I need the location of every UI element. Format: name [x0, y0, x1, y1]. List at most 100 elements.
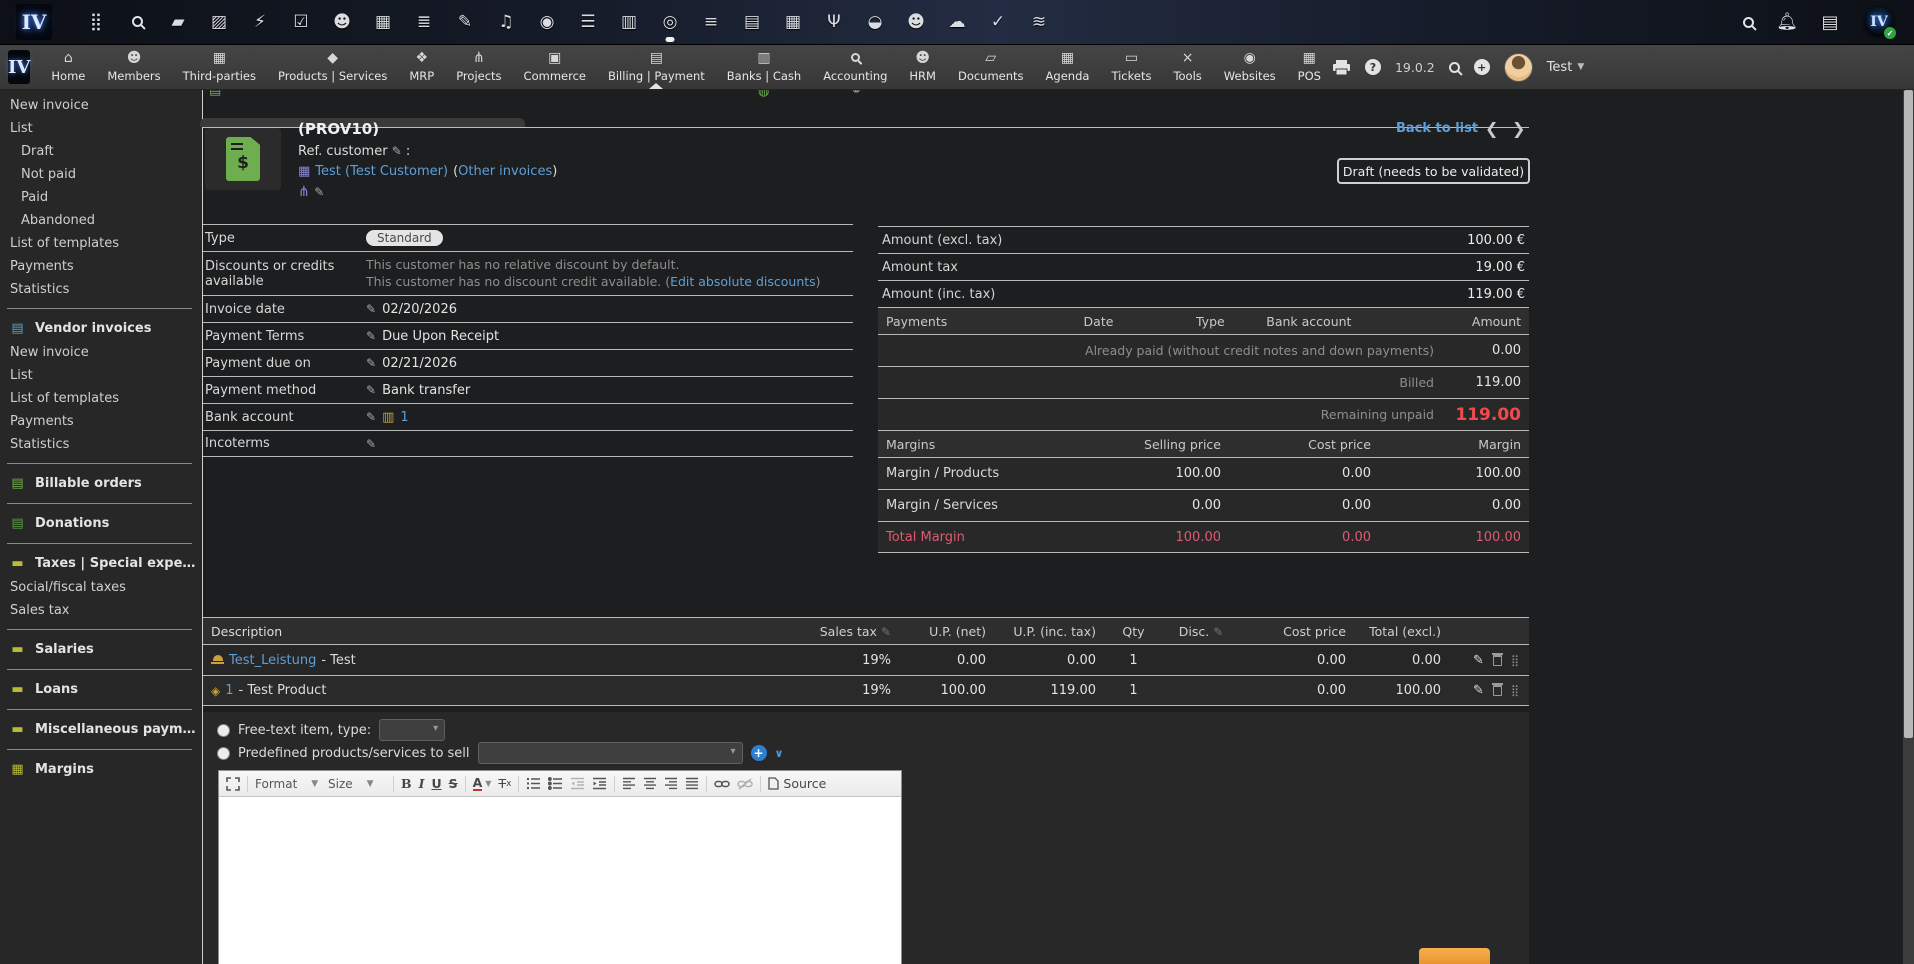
clean-icon[interactable]: ≋: [1029, 12, 1049, 32]
assistant-icon[interactable]: ☻: [906, 12, 926, 32]
sidebar-section-salaries[interactable]: ▬Salaries: [0, 637, 202, 662]
delete-line-icon[interactable]: [1493, 685, 1502, 696]
global-search-icon[interactable]: [1449, 62, 1460, 73]
sidebar-item-not-paid[interactable]: Not paid: [0, 163, 202, 186]
prev-record-icon[interactable]: ❮: [1485, 119, 1498, 138]
cards-icon[interactable]: ▤: [742, 12, 762, 32]
edit-due-icon[interactable]: ✎: [366, 356, 376, 370]
nav-item-banks-cash[interactable]: ▥Banks | Cash: [716, 45, 812, 89]
sidebar-item-list[interactable]: List: [0, 117, 202, 140]
add-line-button[interactable]: [1419, 948, 1490, 964]
bold-icon[interactable]: B: [401, 776, 412, 791]
indent-icon[interactable]: [592, 777, 607, 790]
scrollbar-thumb[interactable]: [1904, 90, 1913, 738]
sidebar-item-paid[interactable]: Paid: [0, 186, 202, 209]
strikethrough-icon[interactable]: S: [449, 776, 458, 791]
sidebar-section-miscellaneous-paym[interactable]: ▬Miscellaneous paym…: [0, 717, 202, 742]
quick-add-icon[interactable]: +: [1474, 59, 1490, 75]
delete-line-icon[interactable]: [1493, 655, 1502, 666]
size-dropdown[interactable]: Size▼: [328, 777, 386, 791]
remove-format-icon[interactable]: Tx: [498, 776, 511, 791]
nav-item-mrp[interactable]: ❖MRP: [398, 45, 445, 89]
nav-item-tickets[interactable]: ▭Tickets: [1100, 45, 1162, 89]
sidebar-item-new-invoice[interactable]: New invoice: [0, 94, 202, 117]
apps-grid-icon[interactable]: ⣿: [86, 12, 106, 32]
nav-item-accounting[interactable]: Accounting: [812, 45, 898, 89]
dining-icon[interactable]: Ψ: [824, 12, 844, 32]
underline-icon[interactable]: U: [431, 776, 441, 791]
description-editor[interactable]: Format▼ Size▼ B I U S A▼ Tx: [218, 770, 902, 964]
edit-project-icon[interactable]: ✎: [314, 185, 324, 199]
help-icon[interactable]: ?: [1365, 59, 1381, 75]
predefined-product-select[interactable]: [478, 742, 743, 764]
unlink-icon[interactable]: [737, 778, 753, 790]
stats-icon[interactable]: ▥: [619, 12, 639, 32]
edit-invoice-date-icon[interactable]: ✎: [366, 302, 376, 316]
align-left-icon[interactable]: [622, 777, 636, 790]
print-icon[interactable]: [1332, 59, 1351, 76]
cloud-icon[interactable]: ☁: [947, 12, 967, 32]
list-icon[interactable]: ☰: [578, 12, 598, 32]
gallery-icon[interactable]: ▨: [209, 12, 229, 32]
nav-item-hrm[interactable]: ☻HRM: [898, 45, 947, 89]
tasks-icon[interactable]: ☑: [291, 12, 311, 32]
nav-item-home[interactable]: ⌂Home: [40, 45, 96, 89]
stack-icon[interactable]: ≣: [414, 12, 434, 32]
nav-item-members[interactable]: ☻Members: [96, 45, 171, 89]
customer-link[interactable]: Test (Test Customer): [315, 164, 448, 179]
link-icon[interactable]: [714, 779, 730, 789]
product-link[interactable]: 1: [225, 683, 233, 698]
free-text-type-select[interactable]: [379, 719, 445, 741]
nav-item-products-services[interactable]: ◆Products | Services: [267, 45, 398, 89]
bullet-list-icon[interactable]: [548, 777, 563, 790]
service-link[interactable]: Test_Leistung: [229, 653, 316, 668]
text-color-icon[interactable]: A▼: [473, 777, 492, 791]
profile-avatar[interactable]: IV ✓: [1862, 5, 1896, 39]
gauge-icon[interactable]: ◒: [865, 12, 885, 32]
sidebar-item-list[interactable]: List: [0, 364, 202, 387]
edit-disc-column-icon[interactable]: ✎: [1213, 625, 1223, 639]
sidebar-item-payments[interactable]: Payments: [0, 410, 202, 433]
sidebar-item-draft[interactable]: Draft: [0, 140, 202, 163]
expand-icon[interactable]: ∨: [775, 747, 784, 760]
edit-bank-icon[interactable]: ✎: [366, 410, 376, 424]
nav-item-pos[interactable]: ▦POS: [1287, 45, 1332, 89]
edit-method-icon[interactable]: ✎: [366, 383, 376, 397]
user-avatar[interactable]: [1504, 53, 1533, 82]
search-icon[interactable]: [127, 12, 147, 32]
editor-content[interactable]: [219, 797, 901, 964]
drag-line-icon[interactable]: ⣿: [1511, 654, 1519, 667]
edit-line-icon[interactable]: ✎: [1473, 653, 1484, 668]
music-icon[interactable]: ♫: [496, 12, 516, 32]
source-button[interactable]: Source: [768, 776, 826, 791]
edit-terms-icon[interactable]: ✎: [366, 329, 376, 343]
ordered-list-icon[interactable]: [526, 777, 541, 790]
nav-item-third-parties[interactable]: ▦Third-parties: [172, 45, 267, 89]
os-logo[interactable]: IV: [16, 4, 52, 40]
search-icon[interactable]: [1743, 17, 1754, 28]
sidebar-item-statistics[interactable]: Statistics: [0, 278, 202, 301]
sidebar-section-taxes-special-expe[interactable]: ▬Taxes | Special expe…: [0, 551, 202, 576]
location-icon[interactable]: ◉: [537, 12, 557, 32]
sidebar-item-list-of-templates[interactable]: List of templates: [0, 232, 202, 255]
nav-item-tools[interactable]: ×Tools: [1162, 45, 1212, 89]
energy-icon[interactable]: ⚡: [250, 12, 270, 32]
check-icon[interactable]: ✓: [988, 12, 1008, 32]
app-logo[interactable]: IV: [8, 50, 30, 84]
nav-item-websites[interactable]: ◉Websites: [1213, 45, 1287, 89]
edit-line-icon[interactable]: ✎: [1473, 683, 1484, 698]
sidebar-item-statistics[interactable]: Statistics: [0, 433, 202, 456]
sidebar-item-payments[interactable]: Payments: [0, 255, 202, 278]
back-to-list-link[interactable]: Back to list: [1396, 121, 1478, 136]
files-icon[interactable]: ▰: [168, 12, 188, 32]
calendar-icon[interactable]: ▦: [373, 12, 393, 32]
bank-account-link[interactable]: 1: [400, 410, 408, 425]
user-menu[interactable]: Test ▼: [1547, 60, 1585, 75]
sidebar-section-vendor-invoices[interactable]: ▤Vendor invoices: [0, 316, 202, 341]
sidebar-section-donations[interactable]: ▤Donations: [0, 511, 202, 536]
notes-icon[interactable]: ✎: [455, 12, 475, 32]
nav-item-documents[interactable]: ▱Documents: [947, 45, 1035, 89]
add-product-icon[interactable]: +: [751, 745, 767, 761]
nav-item-commerce[interactable]: ▣Commerce: [513, 45, 597, 89]
edit-incoterms-icon[interactable]: ✎: [366, 437, 376, 451]
